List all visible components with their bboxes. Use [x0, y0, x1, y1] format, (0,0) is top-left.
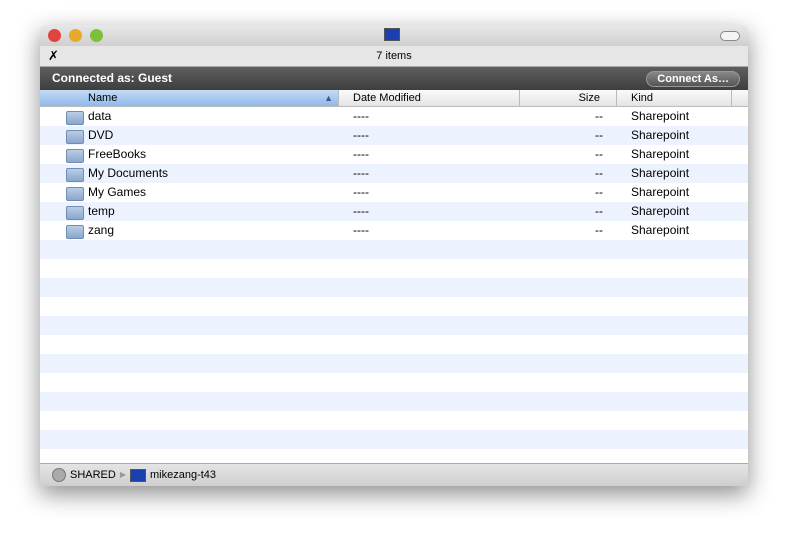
close-button[interactable]	[48, 29, 61, 42]
column-kind[interactable]: Kind	[617, 90, 732, 106]
finder-window: ✗ 7 items Connected as: Guest Connect As…	[40, 25, 748, 486]
shared-folder-icon	[66, 206, 84, 220]
sort-ascending-icon: ▲	[324, 93, 333, 103]
network-icon	[52, 468, 66, 482]
minimize-button[interactable]	[69, 29, 82, 42]
list-item[interactable]: My Documents ---- -- Sharepoint	[40, 164, 748, 183]
connect-as-button[interactable]: Connect As…	[646, 71, 740, 87]
shared-folder-icon	[66, 168, 84, 182]
column-name[interactable]: Name ▲	[40, 90, 339, 106]
zoom-button[interactable]	[90, 29, 103, 42]
path-shared[interactable]: SHARED	[70, 464, 116, 486]
list-item[interactable]: data ---- -- Sharepoint	[40, 107, 748, 126]
shared-folder-icon	[66, 149, 84, 163]
shared-folder-icon	[66, 130, 84, 144]
column-size[interactable]: Size	[520, 90, 617, 106]
item-count: 7 items	[376, 50, 412, 62]
computer-icon	[130, 468, 146, 482]
list-item[interactable]: DVD ---- -- Sharepoint	[40, 126, 748, 145]
toolbar: ✗ 7 items	[40, 46, 748, 67]
list-item[interactable]: FreeBooks ---- -- Sharepoint	[40, 145, 748, 164]
eject-disconnect-icon[interactable]: ✗	[48, 46, 59, 66]
list-item[interactable]: zang ---- -- Sharepoint	[40, 221, 748, 240]
list-item[interactable]: temp ---- -- Sharepoint	[40, 202, 748, 221]
shared-folder-icon	[66, 225, 84, 239]
path-bar: SHARED ▶ mikezang-t43	[40, 463, 748, 486]
column-date-modified[interactable]: Date Modified	[339, 90, 520, 106]
shared-folder-icon	[66, 111, 84, 125]
title-bar	[40, 25, 748, 46]
shared-folder-icon	[66, 187, 84, 201]
path-computer[interactable]: mikezang-t43	[150, 464, 216, 486]
file-list: data ---- -- Sharepoint DVD ---- -- Sharepoint…	[40, 107, 748, 463]
computer-icon	[384, 28, 400, 41]
list-item[interactable]: My Games ---- -- Sharepoint	[40, 183, 748, 202]
column-header: Name ▲ Date Modified Size Kind	[40, 90, 748, 107]
connection-label: Connected as: Guest	[52, 71, 173, 85]
path-separator-icon: ▶	[119, 470, 126, 479]
toolbar-toggle-button[interactable]	[720, 31, 740, 41]
connection-bar: Connected as: Guest Connect As…	[40, 67, 748, 90]
